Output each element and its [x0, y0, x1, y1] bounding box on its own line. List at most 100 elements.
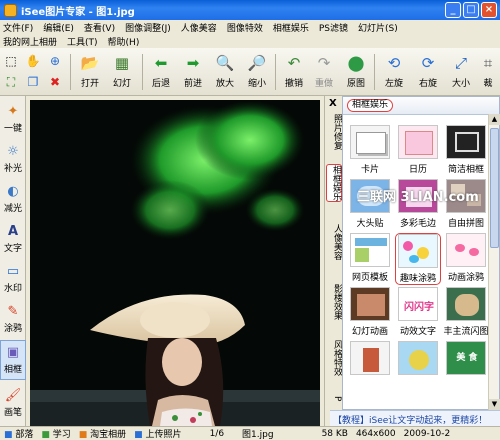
menu-view[interactable]: 查看(V): [84, 21, 115, 34]
menu-file[interactable]: 文件(F): [3, 21, 33, 34]
status-taobao-album[interactable]: ■ 淘宝相册: [75, 427, 130, 440]
status-learn[interactable]: ■ 学习: [37, 427, 74, 440]
zoom-out-button[interactable]: 🔎 缩小: [239, 52, 275, 94]
scroll-up-icon[interactable]: ▲: [489, 114, 500, 125]
item-web-template[interactable]: 网页模板: [347, 233, 393, 285]
left-toolbar: ✦ 一键 ☼ 补光 ◐ 减光 A 文字 ▭ 水印 ✎ 涂鸦 ▣ 相框 🖌 画笔: [0, 96, 26, 426]
zoom-icon[interactable]: ⊕: [46, 52, 64, 70]
status-date: 2009-10-2: [403, 428, 451, 439]
redo-button[interactable]: ↷ 重做: [306, 52, 342, 94]
item-more-2[interactable]: [395, 341, 441, 393]
status-filesize: 58 KB: [321, 428, 348, 439]
tab-frame-fun[interactable]: 相框娱乐: [326, 164, 342, 202]
status-bar: ■ 部落 ■ 学习 ■ 淘宝相册 ■ 上传照片 1/6 图1.jpg 58 KB…: [0, 426, 500, 440]
text-tool[interactable]: A 文字: [0, 220, 26, 260]
forward-button[interactable]: ➡ 前进: [175, 52, 211, 94]
panel-title: 相框娱乐: [347, 99, 394, 112]
select-icon[interactable]: ⬚: [2, 52, 20, 70]
crop-icon: ⌗: [483, 54, 493, 72]
item-flash-image[interactable]: 丰主流闪图: [443, 287, 489, 339]
flash-image-thumb: [446, 287, 486, 321]
fun-doodle-thumb: [398, 234, 438, 268]
panel-scrollbar[interactable]: ▲ ▼: [488, 114, 500, 410]
item-animated-text[interactable]: 闪闪字 动效文字: [395, 287, 441, 339]
window-title: iSee图片专家 - 图1.jpg: [21, 6, 135, 18]
tab-photo-repair[interactable]: 照片修复: [326, 114, 342, 150]
tab-portrait-beauty[interactable]: 人像美容: [326, 224, 342, 260]
item-animated-doodle[interactable]: 动画涂鸦: [443, 233, 489, 285]
rotate-left-button[interactable]: ⟲ 左旋: [376, 52, 412, 94]
copy-icon[interactable]: ❐: [24, 73, 42, 91]
menu-image-adjust[interactable]: 图像调整(J): [125, 21, 171, 34]
reduce-light-icon: ◐: [7, 183, 19, 199]
rotate-right-button[interactable]: ⟳ 右旋: [410, 52, 446, 94]
item-simple-frame[interactable]: 简洁相框: [443, 125, 489, 177]
app-icon: [4, 3, 17, 17]
taobao-icon: ■: [78, 430, 91, 440]
doodle-tool[interactable]: ✎ 涂鸦: [0, 300, 26, 340]
item-more-3[interactable]: 美 食: [443, 341, 489, 393]
menu-image-effects[interactable]: 图像特效: [227, 21, 263, 34]
crop-button[interactable]: ⌗ 裁: [476, 52, 500, 94]
one-click-tool[interactable]: ✦ 一键: [0, 100, 26, 140]
undo-icon: ↶: [287, 54, 301, 72]
brush-tool[interactable]: 🖌 画笔: [0, 384, 26, 424]
image-canvas[interactable]: [30, 100, 320, 426]
scroll-thumb[interactable]: [490, 128, 499, 248]
minimize-button[interactable]: _: [445, 2, 461, 18]
menu-portrait-beauty[interactable]: 人像美容: [181, 21, 217, 34]
status-tribe[interactable]: ■ 部落: [0, 427, 37, 440]
slideshow-button[interactable]: ▦ 幻灯: [104, 52, 140, 94]
hand-icon[interactable]: ✋: [24, 52, 42, 70]
back-button[interactable]: ⬅ 后退: [143, 52, 179, 94]
fill-light-tool[interactable]: ☼ 补光: [0, 140, 26, 180]
scroll-down-icon[interactable]: ▼: [489, 399, 500, 410]
close-panel-icon[interactable]: X: [329, 98, 337, 109]
forward-arrow-icon: ➡: [186, 54, 200, 72]
tab-studio-effects[interactable]: 影楼效果: [326, 284, 342, 320]
zoom-in-button[interactable]: 🔍 放大: [207, 52, 243, 94]
watermark-icon: ▭: [6, 263, 20, 279]
item-fun-doodle[interactable]: 趣味涂鸦: [395, 233, 441, 285]
menu-help[interactable]: 帮助(H): [108, 35, 140, 48]
reduce-light-tool[interactable]: ◐ 减光: [0, 180, 26, 220]
learn-icon: ■: [41, 430, 53, 440]
item-calendar[interactable]: 日历: [395, 125, 441, 177]
slideshow-icon: ▦: [114, 54, 130, 72]
item-card[interactable]: 卡片: [347, 125, 393, 177]
simple-frame-thumb: [446, 125, 486, 159]
brush-icon: 🖌: [4, 387, 22, 403]
open-button[interactable]: 📂 打开: [72, 52, 108, 94]
original-button[interactable]: ⬤ 原图: [338, 52, 374, 94]
main-toolbar: ⬚ ✋ ⊕ ⛶ ❐ ✖ 📂 打开 ▦ 幻灯 ⬅ 后退 ➡ 前进 🔍 放大 🔎 缩…: [0, 48, 500, 96]
status-upload-photo[interactable]: ■ 上传照片: [130, 427, 185, 440]
site-watermark: 三联网 3LIAN.com: [357, 190, 479, 205]
menu-tools[interactable]: 工具(T): [67, 35, 98, 48]
item-more-1[interactable]: [347, 341, 393, 393]
watermark-tool[interactable]: ▭ 水印: [0, 260, 26, 300]
fit-icon[interactable]: ⛶: [2, 73, 20, 91]
frame-tool[interactable]: ▣ 相框: [0, 340, 26, 380]
tab-style-effects[interactable]: 风格特效: [326, 340, 342, 376]
open-folder-icon: 📂: [80, 54, 100, 72]
tab-more[interactable]: P: [326, 396, 342, 401]
close-button[interactable]: ×: [481, 2, 497, 18]
status-page-index: 1/6: [209, 428, 225, 439]
toolbar-separator: [70, 54, 71, 90]
status-filename: 图1.jpg: [242, 430, 274, 440]
title-bar: iSee图片专家 - 图1.jpg _ □ ×: [0, 0, 500, 20]
menu-frame-fun[interactable]: 相框娱乐: [273, 21, 309, 34]
menu-slideshow[interactable]: 幻灯片(S): [358, 21, 398, 34]
menu-online-album[interactable]: 我的网上相册: [3, 35, 57, 48]
menu-ps-filters[interactable]: PS滤镜: [319, 21, 348, 34]
original-icon: ⬤: [347, 54, 365, 72]
maximize-button[interactable]: □: [463, 2, 479, 18]
item-slide-animation[interactable]: 幻灯动画: [347, 287, 393, 339]
delete-icon[interactable]: ✖: [46, 73, 64, 91]
frame-fun-panel: 相框娱乐 卡片 日历 简洁相框 大头贴 多彩毛边 自由拼图 网页模板 趣味涂鸦 …: [342, 96, 500, 410]
tutorial-link[interactable]: 【教程】iSee让文字动起来，更精彩！: [330, 410, 500, 426]
menu-edit[interactable]: 编辑(E): [43, 21, 74, 34]
panel-header: 相框娱乐: [343, 97, 499, 115]
resize-icon: ⤢: [454, 54, 467, 72]
resize-button[interactable]: ⤢ 大小: [446, 52, 476, 94]
